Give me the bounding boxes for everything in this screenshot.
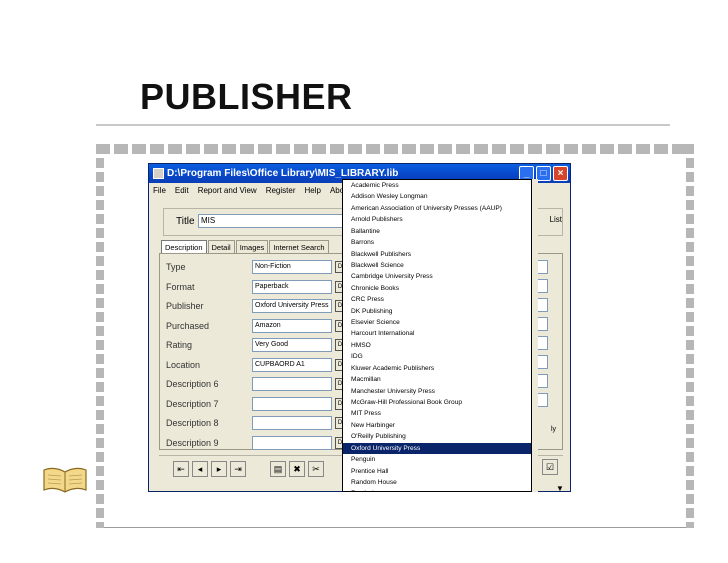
frame-right-decoration <box>686 144 694 528</box>
add-record-icon[interactable]: ▤ <box>270 460 286 477</box>
publisher-option[interactable]: Ballantine <box>343 226 531 237</box>
publisher-option[interactable]: Penguin <box>343 454 531 465</box>
field-format: Format Paperback D <box>166 279 346 297</box>
confirm-icon[interactable]: ☑ <box>542 459 558 475</box>
publisher-option[interactable]: CRC Press <box>343 294 531 305</box>
location-input[interactable]: CUPBAORD A1 <box>252 357 332 372</box>
publisher-option[interactable]: Routledge <box>343 488 531 491</box>
description-8-input[interactable] <box>252 416 332 430</box>
format-input[interactable]: Paperback <box>252 279 332 294</box>
publisher-option[interactable]: Harcourt International <box>343 328 531 339</box>
field-rating: Rating Very Good D <box>166 338 346 355</box>
publisher-option[interactable]: Kluwer Academic Publishers <box>343 363 531 374</box>
publisher-option[interactable]: Cambridge University Press <box>343 271 531 282</box>
publisher-option[interactable]: New Harbinger <box>343 420 531 431</box>
field-label: Publisher <box>166 301 204 311</box>
field-label: Type <box>166 262 186 272</box>
publisher-option[interactable]: DK Publishing <box>343 306 531 317</box>
field-label: Rating <box>166 340 193 350</box>
field-label: Purchased <box>166 320 210 331</box>
publisher-option[interactable]: MIT Press <box>343 408 531 419</box>
description-6-input[interactable] <box>252 377 332 391</box>
field-type: Type Non-Fiction D <box>166 260 346 277</box>
title-divider <box>96 124 670 126</box>
menu-register[interactable]: Register <box>266 186 296 195</box>
publisher-option[interactable]: HMSO <box>343 340 531 351</box>
scroll-down-icon[interactable]: ▼ <box>556 484 564 493</box>
title-input[interactable]: MIS <box>198 214 353 228</box>
rating-input[interactable]: Very Good <box>252 338 332 352</box>
tab-description[interactable]: Description <box>161 240 207 254</box>
publisher-option[interactable]: Random House <box>343 477 531 488</box>
publisher-option[interactable]: McGraw-Hill Professional Book Group <box>343 397 531 408</box>
publisher-option[interactable]: Chronicle Books <box>343 283 531 294</box>
publisher-option[interactable]: Macmillan <box>343 374 531 385</box>
window-title: D:\Program Files\Office Library\MIS_LIBR… <box>167 168 399 179</box>
publisher-option[interactable]: O'Reilly Publishing <box>343 431 531 442</box>
next-record-icon[interactable]: ▸ <box>211 460 227 477</box>
last-record-icon[interactable]: ⇥ <box>230 460 246 477</box>
title-label: Title <box>176 216 195 227</box>
publisher-option[interactable]: Addison Wesley Longman <box>343 191 531 202</box>
field-label: Description 9 <box>166 437 219 448</box>
frame-left-decoration <box>96 144 104 528</box>
menu-file[interactable]: File <box>153 186 166 195</box>
publisher-option[interactable]: Blackwell Publishers <box>343 249 531 260</box>
field-label: Format <box>166 281 195 292</box>
publisher-option[interactable]: Manchester University Press <box>343 386 531 397</box>
publisher-option[interactable]: Oxford University Press <box>343 442 531 455</box>
slide-title: PUBLISHER <box>140 76 353 117</box>
field-label: Description 8 <box>166 418 219 428</box>
publisher-option[interactable]: American Association of University Press… <box>343 203 531 214</box>
tab-detail[interactable]: Detail <box>207 240 235 254</box>
field-location: Location CUPBAORD A1 D <box>166 357 346 375</box>
app-icon <box>153 168 164 179</box>
cut-icon[interactable]: ✂ <box>308 460 324 477</box>
first-record-icon[interactable]: ⇤ <box>173 460 189 477</box>
close-button[interactable]: × <box>553 166 568 181</box>
menu-help[interactable]: Help <box>304 186 320 195</box>
publisher-option[interactable]: Barrons <box>343 237 531 248</box>
purchased-input[interactable]: Amazon <box>252 318 332 333</box>
publisher-option[interactable]: Blackwell Science <box>343 260 531 271</box>
publisher-option[interactable]: Academic Press <box>343 180 531 191</box>
tab-strip: Description Detail Images Internet Searc… <box>161 240 330 254</box>
description-7-input[interactable] <box>252 396 332 411</box>
field-description-6: Description 6 D <box>166 377 346 394</box>
field-label: Location <box>166 359 201 370</box>
menu-report-and-view[interactable]: Report and View <box>198 186 257 195</box>
description-9-input[interactable] <box>252 435 332 450</box>
publisher-option[interactable]: Arnold Publishers <box>343 214 531 225</box>
publisher-option[interactable]: Elsevier Science <box>343 317 531 328</box>
field-label: Description 6 <box>166 379 219 389</box>
tab-images[interactable]: Images <box>235 240 269 254</box>
publisher-input[interactable]: Oxford University Press <box>252 299 332 313</box>
tab-internet-search[interactable]: Internet Search <box>269 240 329 254</box>
list-button[interactable]: List <box>550 215 562 224</box>
field-description-7: Description 7 D <box>166 396 346 414</box>
delete-record-icon[interactable]: ✖ <box>289 460 305 477</box>
publisher-option[interactable]: Prentice Hall <box>343 466 531 477</box>
previous-record-icon[interactable]: ◂ <box>192 460 208 477</box>
field-description-9: Description 9 D <box>166 435 346 453</box>
publisher-option[interactable]: IDG <box>343 351 531 362</box>
maximize-button[interactable]: □ <box>536 166 551 181</box>
field-description-8: Description 8 D <box>166 416 346 433</box>
field-purchased: Purchased Amazon D <box>166 318 346 336</box>
field-label: Description 7 <box>166 398 219 409</box>
field-publisher: Publisher Oxford University Press D <box>166 299 346 316</box>
menu-edit[interactable]: Edit <box>175 186 189 195</box>
right-label: ly <box>550 426 556 433</box>
type-input[interactable]: Non-Fiction <box>252 260 332 274</box>
frame-top-decoration <box>96 144 694 154</box>
publisher-dropdown-list[interactable]: Academic Press Addison Wesley Longman Amer… <box>342 179 532 492</box>
open-book-icon <box>43 467 87 493</box>
